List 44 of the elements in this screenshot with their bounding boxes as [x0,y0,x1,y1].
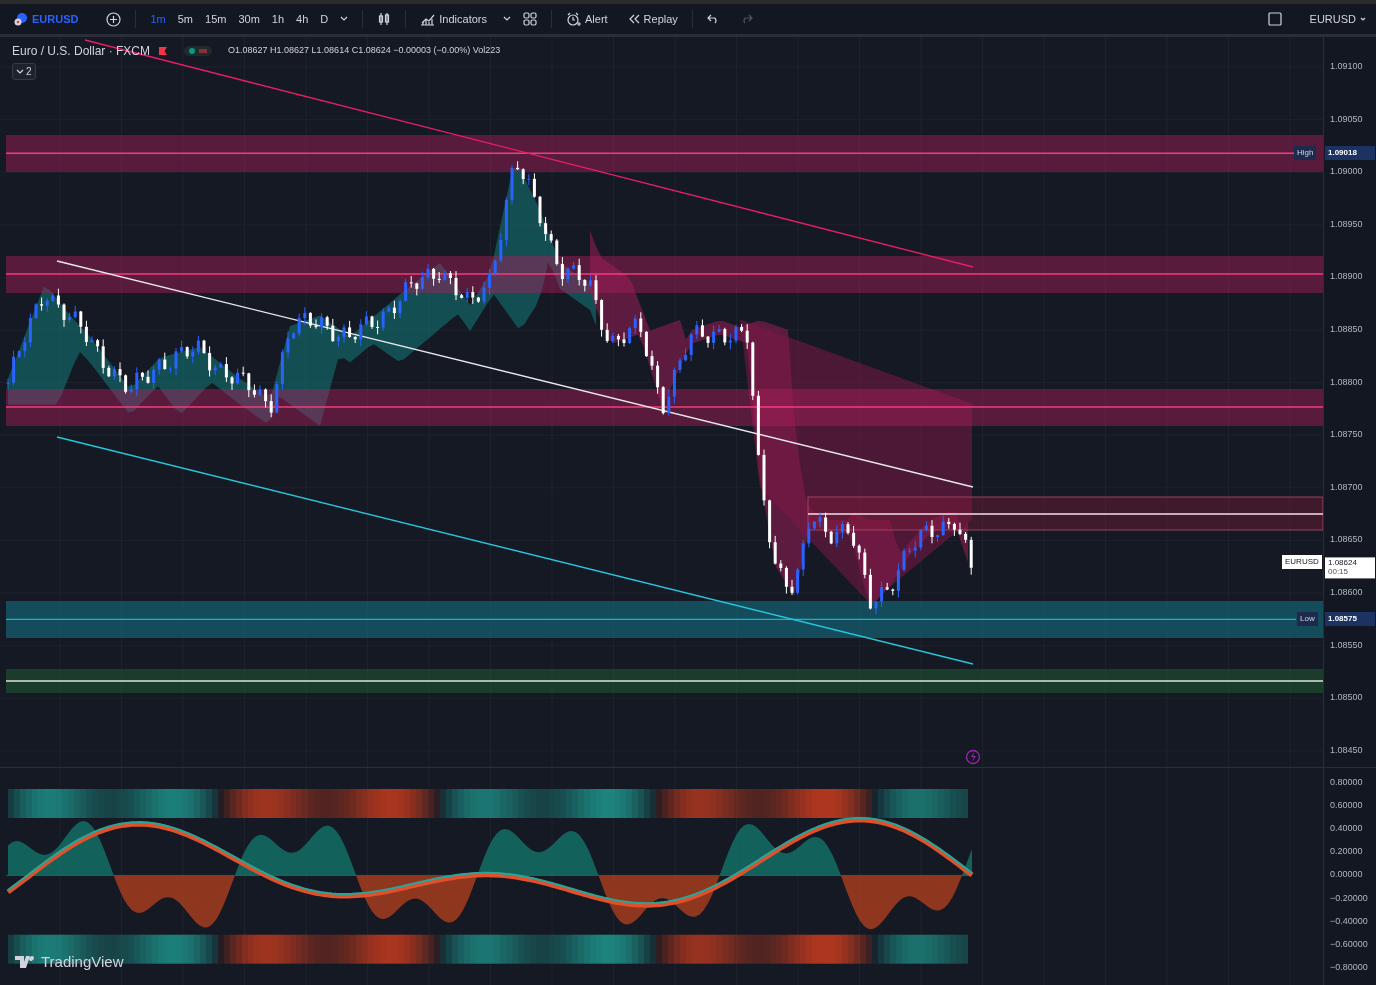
replay-button[interactable]: Replay [623,11,682,27]
indicator-value-label: 0.40000 [1330,822,1363,836]
price-label: 1.09050 [1330,112,1363,126]
indicator-value-label: −0.20000 [1330,891,1368,905]
price-label: 1.09100 [1330,60,1363,74]
price-label: 1.08600 [1330,586,1363,600]
timeframe-button[interactable]: 1m [146,11,170,27]
indicator-value-label: −0.80000 [1330,961,1368,975]
price-label: 1.08700 [1330,481,1363,495]
indicator-value-label: 0.20000 [1330,845,1363,859]
low-label: Low [1297,612,1318,627]
symbol-dropdown[interactable]: EURUSD [1305,11,1370,27]
indicator-value-label: 0.60000 [1330,799,1363,813]
alert-button[interactable]: Alert [562,9,612,29]
high-price-label: 1.09018 [1325,146,1375,161]
last-price-label: 1.08624 00:15 [1325,557,1375,579]
price-label: 1.08900 [1330,270,1363,284]
price-label: 1.08550 [1330,638,1363,652]
timeframe-button[interactable]: 5m [173,11,197,27]
ohlc-values: O1.08627 H1.08627 L1.08614 C1.08624 −0.00003 (−0.00%) Vol223 [228,44,501,58]
symbol-price-tag: EURUSD [1282,554,1322,569]
price-label: 1.08950 [1330,218,1363,232]
tradingview-logo[interactable]: TradingView [15,950,124,973]
indicator-value-label: −0.60000 [1330,937,1368,951]
timeframe-button[interactable]: 1h [267,11,289,27]
indicators-button[interactable]: Indicators [416,10,491,28]
timeframe-button[interactable]: 30m [234,11,264,27]
price-label: 1.08650 [1330,533,1363,547]
high-label: High [1294,146,1317,161]
timeframe-button[interactable]: D [316,11,333,27]
collapse-indicators-button[interactable]: 2 [12,63,36,80]
price-label: 1.09000 [1330,165,1363,179]
price-label: 1.08800 [1330,375,1363,389]
price-label: 1.08850 [1330,323,1363,337]
price-label: 1.08500 [1330,691,1363,705]
low-price-label: 1.08575 [1325,612,1375,627]
indicator-value-label: 0.00000 [1330,868,1363,882]
price-label: 1.08750 [1330,428,1363,442]
price-label: 1.08450 [1330,744,1363,758]
timeframe-button[interactable]: 4h [292,11,313,27]
timeframe-button[interactable]: 15m [201,11,231,27]
indicator-value-label: 0.80000 [1330,776,1363,790]
symbol-button[interactable]: EURUSD [10,10,83,28]
indicator-value-label: −0.40000 [1330,914,1368,928]
